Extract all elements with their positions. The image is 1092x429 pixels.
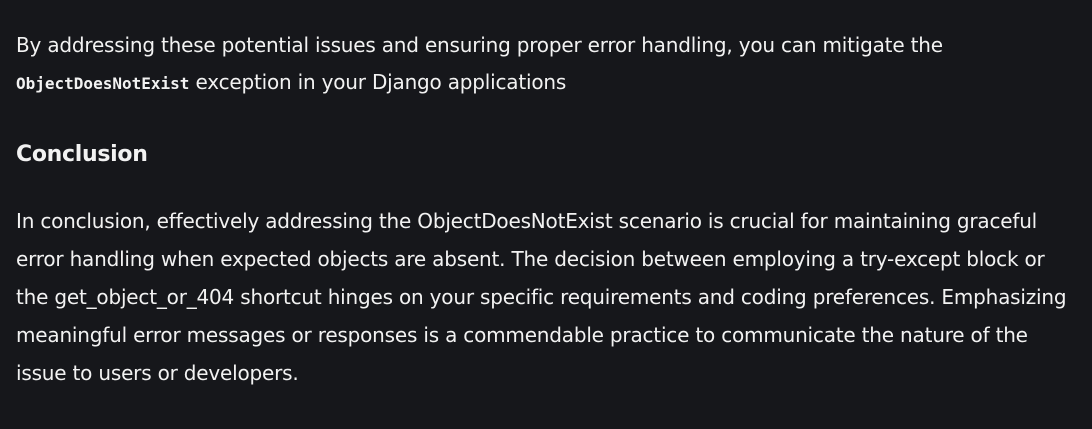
- conclusion-paragraph: In conclusion, effectively addressing th…: [16, 209, 1067, 385]
- section-heading: Conclusion: [16, 142, 148, 167]
- intro-paragraph: By addressing these potential issues and…: [16, 27, 1076, 102]
- article-content: By addressing these potential issues and…: [16, 27, 1076, 392]
- intro-text: By addressing these potential issues and…: [16, 33, 943, 57]
- intro-text-tail: exception in your Django applications: [189, 70, 567, 94]
- inline-code: ObjectDoesNotExist: [16, 74, 190, 93]
